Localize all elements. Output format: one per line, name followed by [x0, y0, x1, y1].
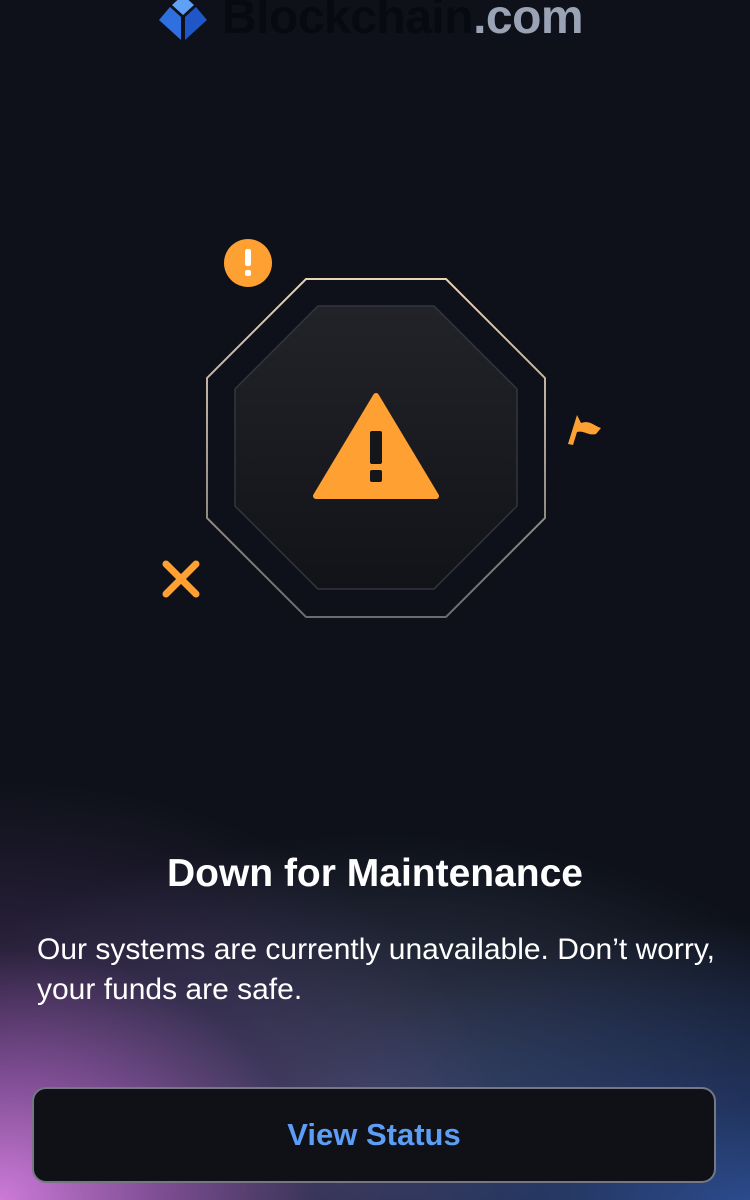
maintenance-screen: Blockchain.com Down for Maintenance Our … — [0, 0, 750, 1200]
exclamation-circle-icon — [224, 239, 272, 287]
maintenance-illustration — [162, 239, 601, 618]
x-mark-icon — [162, 560, 200, 598]
maintenance-message: Our systems are currently unavailable. D… — [37, 933, 716, 1006]
page-title: Down for Maintenance — [166, 852, 584, 895]
flag-icon — [568, 415, 601, 445]
view-status-button[interactable]: View Status — [32, 1087, 716, 1183]
